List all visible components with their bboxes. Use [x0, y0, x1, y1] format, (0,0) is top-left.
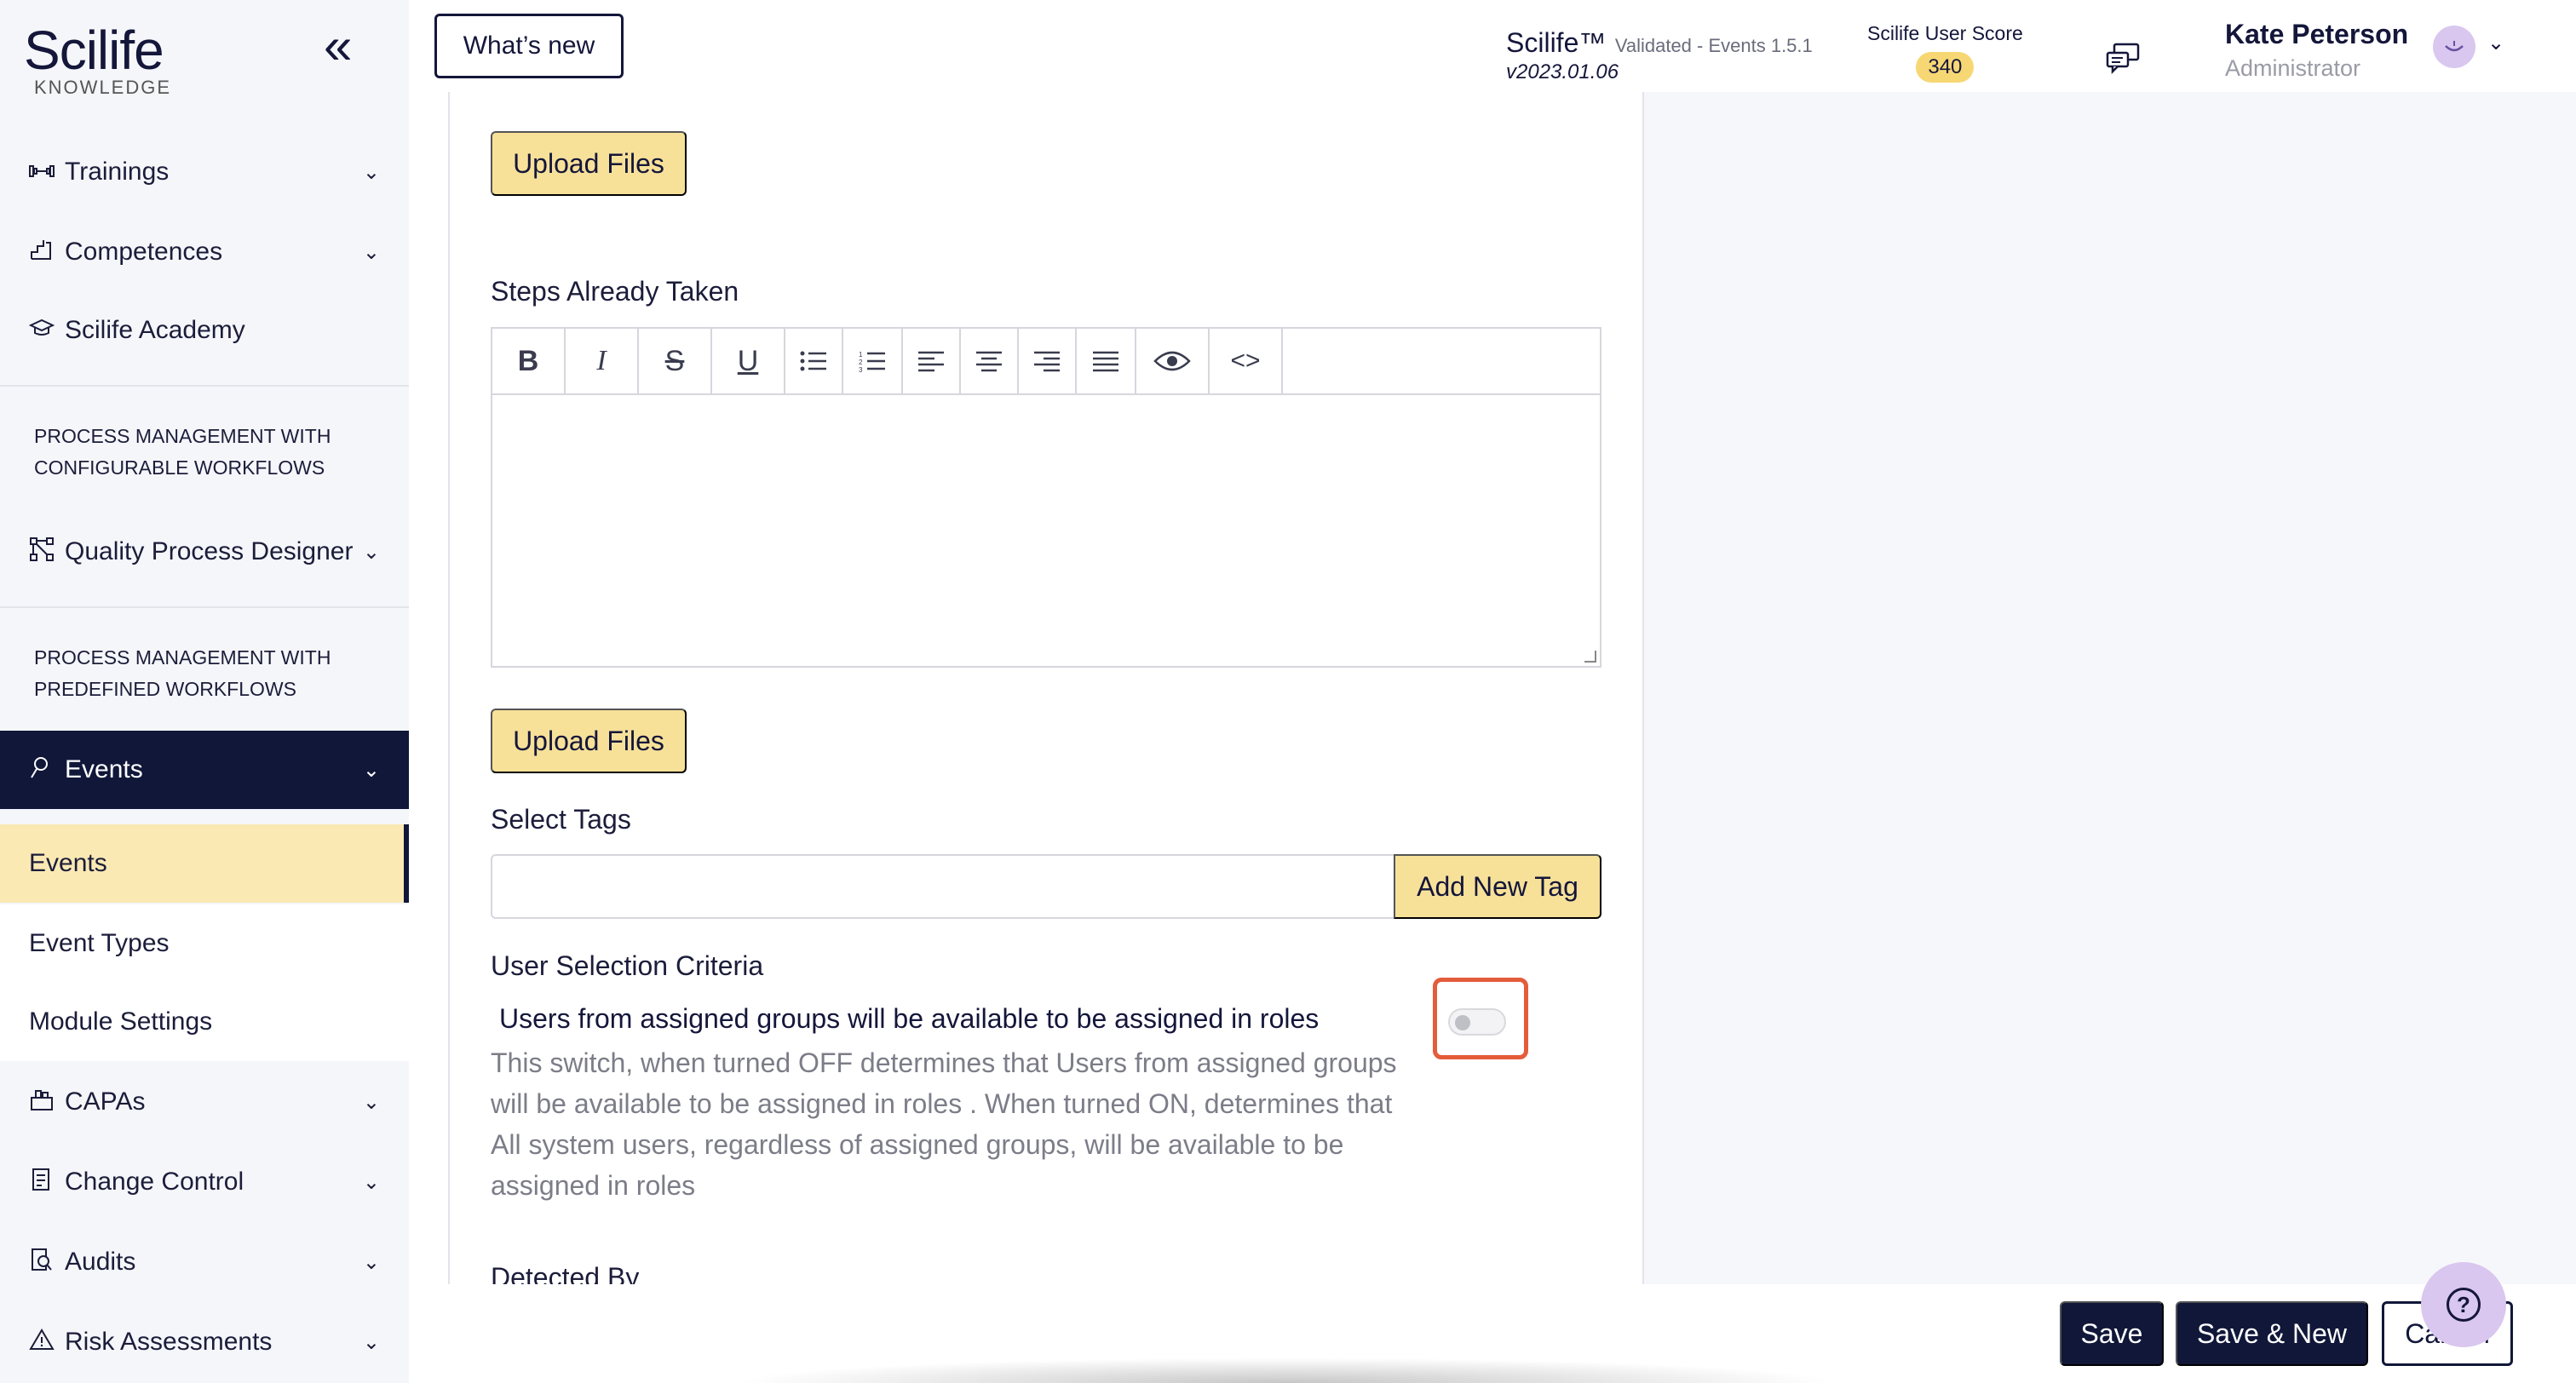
svg-text:1: 1	[859, 351, 863, 359]
underline-button[interactable]: U	[712, 329, 785, 393]
chevron-down-icon: ⌄	[362, 1250, 380, 1274]
sidebar-item-scilife-academy[interactable]: Scilife Academy	[0, 295, 409, 366]
sidebar-item-label: Scilife Academy	[65, 316, 245, 344]
chat-icon[interactable]	[2104, 41, 2142, 75]
toggle-knob	[1455, 1015, 1470, 1030]
list-group: 123	[785, 329, 903, 393]
user-score: Scilife User Score 340	[1867, 22, 2023, 83]
bullet-list-icon[interactable]	[785, 329, 843, 393]
save-and-new-button[interactable]: Save & New	[2176, 1301, 2368, 1366]
audits-icon	[29, 1247, 58, 1278]
chevron-down-icon: ⌄	[362, 1170, 380, 1194]
sidebar-item-quality-process-designer[interactable]: Quality Process Designer ⌄	[0, 516, 409, 588]
chevron-down-icon: ⌄	[362, 758, 380, 782]
user-selection-toggle[interactable]	[1448, 1008, 1506, 1036]
add-new-tag-button[interactable]: Add New Tag	[1394, 854, 1601, 919]
chevron-down-icon: ⌄	[362, 540, 380, 564]
warning-triangle-icon	[29, 1328, 58, 1357]
upload-files-button[interactable]: Upload Files	[491, 131, 687, 196]
chevron-down-icon: ⌄	[362, 1090, 380, 1114]
chevron-down-icon: ⌄	[362, 240, 380, 264]
svg-text:3: 3	[859, 366, 863, 372]
sidebar-item-risk-assessments[interactable]: Risk Assessments ⌄	[0, 1306, 409, 1378]
user-role: Administrator	[2225, 55, 2361, 81]
dumbbell-icon	[29, 159, 58, 186]
brand-info: Scilife™ Validated - Events 1.5.1 v2023.…	[1506, 27, 1813, 84]
question-mark-icon: ?	[2447, 1288, 2481, 1322]
criteria-title: Users from assigned groups will be avail…	[499, 1003, 1320, 1034]
detected-by-label: Detected By	[491, 1262, 640, 1284]
sidebar-item-label: Change Control	[65, 1168, 244, 1196]
sidebar-subitem-module-settings[interactable]: Module Settings	[0, 983, 409, 1061]
preview-eye-icon[interactable]	[1136, 329, 1210, 393]
brand-name: Scilife™	[1506, 27, 1607, 58]
scilife-logo: Scilife	[24, 20, 164, 81]
user-info[interactable]: Kate Peterson Administrator	[2225, 19, 2408, 82]
whats-new-button[interactable]: What’s new	[434, 14, 624, 78]
save-button[interactable]: Save	[2060, 1301, 2164, 1366]
help-button[interactable]: ?	[2421, 1262, 2506, 1347]
numbered-list-icon[interactable]: 123	[843, 329, 901, 393]
tags-input[interactable]	[491, 854, 1394, 919]
brand-meta: Validated - Events 1.5.1	[1614, 35, 1813, 56]
collapse-sidebar-icon[interactable]: «	[324, 20, 352, 72]
sidebar-item-label: CAPAs	[65, 1087, 146, 1116]
change-control-icon	[29, 1167, 58, 1198]
user-score-label: Scilife User Score	[1867, 22, 2023, 44]
editor-toolbar: B I S U 123 <>	[492, 329, 1600, 395]
upload-files-button-2[interactable]: Upload Files	[491, 709, 687, 773]
bold-button[interactable]: B	[492, 329, 566, 393]
sidebar-item-trainings[interactable]: Trainings ⌄	[0, 136, 409, 208]
sidebar: Scilife « KNOWLEDGE Trainings ⌄ Competen…	[0, 0, 409, 1383]
sidebar-item-events[interactable]: Events ⌄	[0, 731, 409, 809]
steps-taken-editor: B I S U 123 <>	[491, 327, 1601, 668]
graduation-cap-icon	[28, 318, 58, 344]
chevron-down-icon: ⌄	[362, 1330, 380, 1354]
strikethrough-button[interactable]: S	[639, 329, 712, 393]
avatar[interactable]	[2433, 26, 2475, 68]
capa-icon	[29, 1087, 58, 1117]
version-label: v2023.01.06	[1506, 60, 1619, 83]
footer-shadow	[733, 1357, 1840, 1383]
user-selection-criteria-label: User Selection Criteria	[491, 950, 764, 981]
sidebar-subitem-event-types[interactable]: Event Types	[0, 904, 409, 983]
sidebar-item-label: Audits	[65, 1248, 136, 1276]
section-heading-predefined: PROCESS MANAGEMENT WITH PREDEFINED WORKF…	[34, 646, 331, 700]
align-justify-icon[interactable]	[1077, 329, 1135, 393]
italic-button[interactable]: I	[566, 329, 639, 393]
sidebar-divider	[0, 606, 409, 608]
sidebar-item-audits[interactable]: Audits ⌄	[0, 1226, 409, 1298]
sidebar-item-label: Competences	[65, 238, 223, 266]
steps-taken-textarea[interactable]	[492, 397, 1600, 666]
section-knowledge-cut: KNOWLEDGE	[34, 77, 172, 98]
code-view-button[interactable]: <>	[1210, 329, 1283, 393]
workflow-icon	[29, 537, 58, 568]
user-name: Kate Peterson	[2225, 19, 2409, 49]
align-group	[903, 329, 1136, 393]
sidebar-item-label: Quality Process Designer	[65, 537, 354, 565]
sidebar-item-competences[interactable]: Competences ⌄	[0, 216, 409, 288]
resize-handle-icon[interactable]	[1584, 651, 1596, 663]
sidebar-item-capas[interactable]: CAPAs ⌄	[0, 1066, 409, 1138]
sidebar-divider	[0, 385, 409, 387]
user-score-badge: 340	[1916, 52, 1975, 83]
competences-icon	[29, 238, 58, 267]
align-center-icon[interactable]	[961, 329, 1019, 393]
sidebar-item-label: Trainings	[65, 158, 170, 186]
location-pin-icon	[29, 755, 58, 785]
select-tags-label: Select Tags	[491, 804, 631, 835]
sidebar-item-label: Events	[65, 755, 143, 783]
steps-taken-label: Steps Already Taken	[491, 276, 739, 307]
svg-text:2: 2	[859, 359, 863, 366]
chevron-down-icon: ⌄	[362, 160, 380, 184]
sidebar-subitem-events[interactable]: Events	[0, 824, 409, 903]
align-right-icon[interactable]	[1019, 329, 1077, 393]
sidebar-item-change-control[interactable]: Change Control ⌄	[0, 1146, 409, 1218]
right-panel	[1644, 92, 2576, 1284]
sidebar-item-label: Risk Assessments	[65, 1328, 273, 1356]
align-left-icon[interactable]	[903, 329, 961, 393]
section-heading-configurable: PROCESS MANAGEMENT WITH CONFIGURABLE WOR…	[34, 425, 331, 479]
criteria-description: This switch, when turned OFF determines …	[491, 1047, 1397, 1201]
chevron-down-icon[interactable]: ⌄	[2487, 31, 2504, 55]
